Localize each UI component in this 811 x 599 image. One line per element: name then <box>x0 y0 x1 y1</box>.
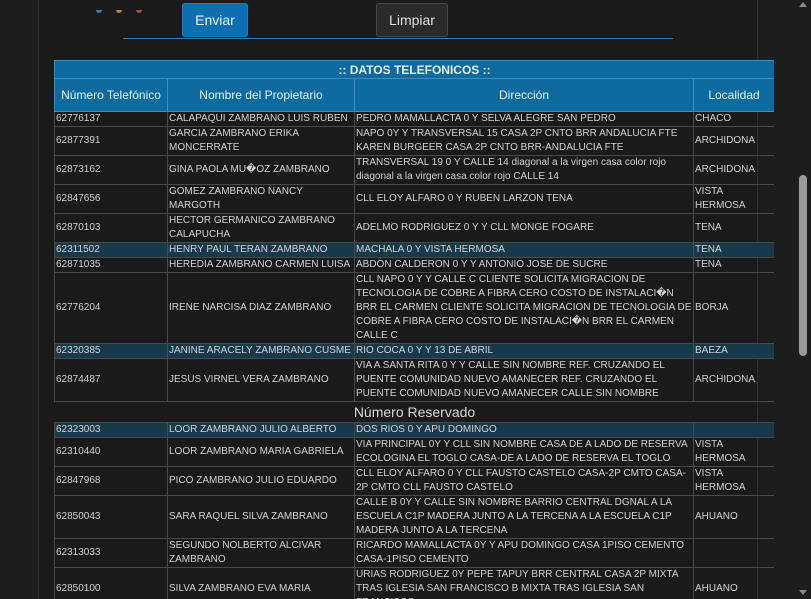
address: CLL NAPO 0 Y Y CALLE C CLIENTE SOLICITA … <box>354 272 694 344</box>
locality: ARCHIDONA <box>692 126 774 156</box>
address: CALLE B 0Y Y CALLE SIN NOMBRE BARRIO CEN… <box>354 495 694 539</box>
locality: VISTA HERMOSA <box>692 466 774 496</box>
table-row-highlighted: 62311502 HENRY PAUL TERAN ZAMBRANO MACHA… <box>54 242 774 258</box>
table-row: 62776204 IRENE NARCISA DIAZ ZAMBRANO CLL… <box>54 272 774 344</box>
owner-name: LOOR ZAMBRANO JULIO ALBERTO <box>167 422 355 438</box>
address: MACHALA 0 Y VISTA HERMOSA <box>354 242 694 258</box>
locality: VISTA HERMOSA <box>692 437 774 467</box>
phone-number: 62310440 <box>54 437 168 467</box>
owner-name: JANINE ARACELY ZAMBRANO CUSME <box>167 343 355 359</box>
top-decoration <box>96 0 166 13</box>
locality <box>692 538 774 568</box>
address: VIA A SANTA RITA 0 Y Y CALLE SIN NOMBRE … <box>354 358 694 402</box>
column-header-locality: Localidad <box>692 78 774 112</box>
clear-button[interactable]: Limpiar <box>376 3 448 37</box>
locality: TENA <box>692 213 774 243</box>
page-scrollbar[interactable] <box>795 0 811 599</box>
table-row: 62874487 JESUS VIRNEL VERA ZAMBRANO VIA … <box>54 358 774 402</box>
table-row: 62847968 PICO ZAMBRANO JULIO EDUARDO CLL… <box>54 466 774 496</box>
table-row: 62313033 SEGUNDO NOLBERTO ALCIVAR ZAMBRA… <box>54 538 774 568</box>
owner-name: CALAPAQUI ZAMBRANO LUIS RUBEN <box>167 111 355 127</box>
locality: CHACO <box>692 111 774 127</box>
locality: AHUANO <box>692 567 774 599</box>
locality <box>692 422 774 438</box>
table-row: 62850043 SARA RAQUEL SILVA ZAMBRANO CALL… <box>54 495 774 539</box>
address: ADELMO RODRIGUEZ 0 Y Y CLL MONGE FOGARE <box>354 213 694 243</box>
owner-name: PICO ZAMBRANO JULIO EDUARDO <box>167 466 355 496</box>
owner-name: GOMEZ ZAMBRANO NANCY MARGOTH <box>167 184 355 214</box>
address: CLL ELOY ALFARO 0 Y CLL FAUSTO CASTELO C… <box>354 466 694 496</box>
table-row: 62873162 GINA PAOLA MU�OZ ZAMBRANO TRANS… <box>54 155 774 185</box>
owner-name: GARCIA ZAMBRANO ERIKA MONCERRATE <box>167 126 355 156</box>
address: PEDRO MAMALLACTA 0 Y SELVA ALEGRE SAN PE… <box>354 111 694 127</box>
phone-number: 62311502 <box>54 242 168 258</box>
owner-name: HEREDIA ZAMBRANO CARMEN LUISA <box>167 257 355 273</box>
address: NAPO 0Y Y TRANSVERSAL 15 CASA 2P CNTO BR… <box>354 126 694 156</box>
section-row: Número Reservado <box>54 401 774 423</box>
phone-number: 62850100 <box>54 567 168 599</box>
phone-number: 62873162 <box>54 155 168 185</box>
phone-number: 62870103 <box>54 213 168 243</box>
address: VIA PRINCIPAL 0Y Y CLL SIN NOMBRE CASA D… <box>354 437 694 467</box>
owner-name: SARA RAQUEL SILVA ZAMBRANO <box>167 495 355 539</box>
owner-name: HENRY PAUL TERAN ZAMBRANO <box>167 242 355 258</box>
owner-name: GINA PAOLA MU�OZ ZAMBRANO <box>167 155 355 185</box>
table-row: 62776137 CALAPAQUI ZAMBRANO LUIS RUBEN P… <box>54 111 774 127</box>
owner-name: HECTOR GERMANICO ZAMBRANO CALAPUCHA <box>167 213 355 243</box>
scroll-up-arrow-icon[interactable] <box>799 2 807 7</box>
owner-name: SILVA ZAMBRANO EVA MARIA <box>167 567 355 599</box>
phone-data-table: :: DATOS TELEFONICOS :: Número Telefónic… <box>54 60 774 599</box>
locality: ARCHIDONA <box>692 358 774 402</box>
address: RICARDO MAMALLACTA 0Y Y APU DOMINGO CASA… <box>354 538 694 568</box>
table-row-highlighted: 62323003 LOOR ZAMBRANO JULIO ALBERTO DOS… <box>54 422 774 438</box>
phone-data-table-container: :: DATOS TELEFONICOS :: Número Telefónic… <box>54 60 774 599</box>
phone-number: 62871035 <box>54 257 168 273</box>
locality: AHUANO <box>692 495 774 539</box>
table-row: 62870103 HECTOR GERMANICO ZAMBRANO CALAP… <box>54 213 774 243</box>
send-button[interactable]: Enviar <box>182 3 248 37</box>
phone-number: 62776204 <box>54 272 168 344</box>
phone-number: 62847968 <box>54 466 168 496</box>
address: ABDON CALDERON 0 Y Y ANTONIO JOSE DE SUC… <box>354 257 694 273</box>
address: DOS RIOS 0 Y APU DOMINGO <box>354 422 694 438</box>
address: RIO COCA 0 Y Y 13 DE ABRIL <box>354 343 694 359</box>
table-row: 62877391 GARCIA ZAMBRANO ERIKA MONCERRAT… <box>54 126 774 156</box>
section-label-reserved: Número Reservado <box>54 401 774 423</box>
column-header-phone: Número Telefónico <box>54 78 168 112</box>
phone-number: 62320385 <box>54 343 168 359</box>
phone-number: 62877391 <box>54 126 168 156</box>
address: CLL ELOY ALFARO 0 Y RUBEN LARZON TENA <box>354 184 694 214</box>
phone-number: 62850043 <box>54 495 168 539</box>
table-row: 62847656 GOMEZ ZAMBRANO NANCY MARGOTH CL… <box>54 184 774 214</box>
table-title: :: DATOS TELEFONICOS :: <box>54 60 774 79</box>
column-header-owner: Nombre del Propietario <box>167 78 355 112</box>
owner-name: IRENE NARCISA DIAZ ZAMBRANO <box>167 272 355 344</box>
phone-number: 62847656 <box>54 184 168 214</box>
locality: TENA <box>692 257 774 273</box>
address: TRANSVERSAL 19 0 Y CALLE 14 diagonal a l… <box>354 155 694 185</box>
table-row: 62310440 LOOR ZAMBRANO MARIA GABRIELA VI… <box>54 437 774 467</box>
column-header-address: Dirección <box>354 78 694 112</box>
locality: BORJA <box>692 272 774 344</box>
locality: BAEZA <box>692 343 774 359</box>
table-row-highlighted: 62320385 JANINE ARACELY ZAMBRANO CUSME R… <box>54 343 774 359</box>
owner-name: JESUS VIRNEL VERA ZAMBRANO <box>167 358 355 402</box>
locality: ARCHIDONA <box>692 155 774 185</box>
owner-name: SEGUNDO NOLBERTO ALCIVAR ZAMBRANO <box>167 538 355 568</box>
locality: VISTA HERMOSA <box>692 184 774 214</box>
form-divider <box>123 38 673 39</box>
phone-number: 62313033 <box>54 538 168 568</box>
table-row: 62850100 SILVA ZAMBRANO EVA MARIA URIAS … <box>54 567 774 599</box>
locality: TENA <box>692 242 774 258</box>
address: URIAS RODRIGUEZ 0Y PEPE TAPUY BRR CENTRA… <box>354 567 694 599</box>
scroll-thumb[interactable] <box>799 175 807 356</box>
owner-name: LOOR ZAMBRANO MARIA GABRIELA <box>167 437 355 467</box>
phone-number: 62323003 <box>54 422 168 438</box>
table-row: 62871035 HEREDIA ZAMBRANO CARMEN LUISA A… <box>54 257 774 273</box>
phone-number: 62776137 <box>54 111 168 127</box>
phone-number: 62874487 <box>54 358 168 402</box>
scroll-down-arrow-icon[interactable] <box>799 590 807 595</box>
